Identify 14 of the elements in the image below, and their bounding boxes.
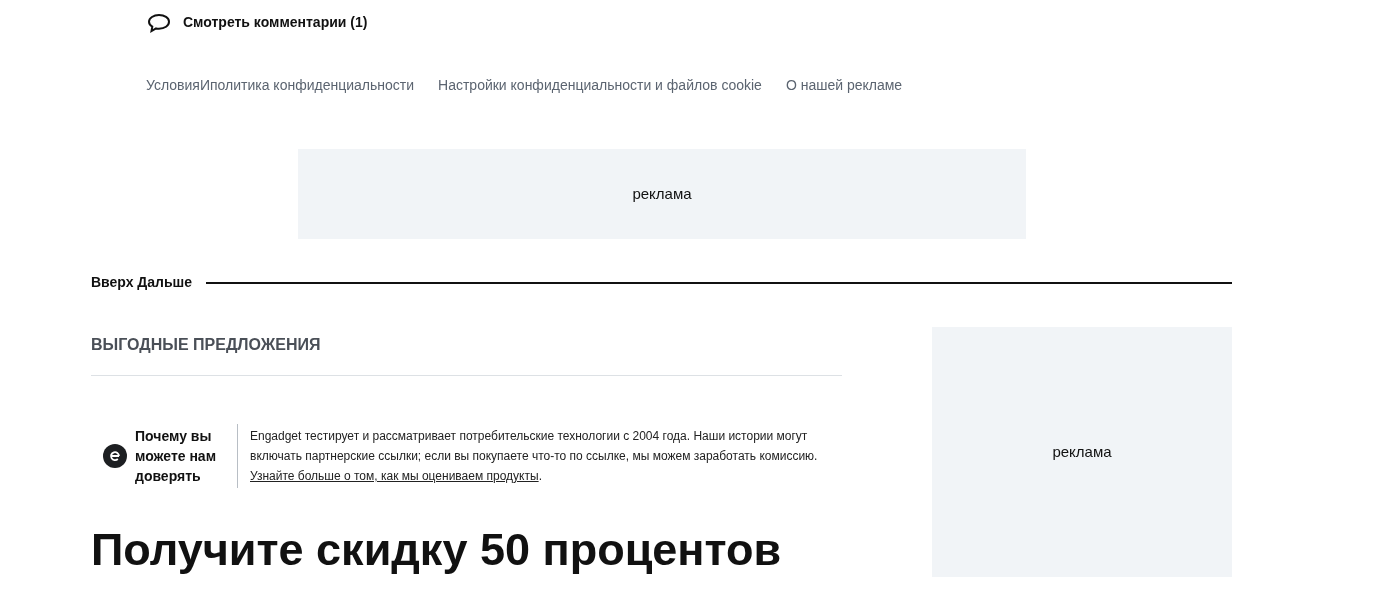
logo-icon (103, 444, 127, 468)
ad-label: реклама (1052, 441, 1112, 462)
reviews-link[interactable]: Узнайте больше о том, как мы оцениваем продукты (250, 469, 539, 483)
headline: Получите скидку 50 процентов (91, 523, 783, 577)
section-title: ВЫГОДНЫЕ ПРЕДЛОЖЕНИЯ (91, 335, 322, 355)
trust-text: Engadget тестирует и рассматривает потребительские технологии с 2004 года. Наши истории могут включать партнерские ссылки; если вы покупаете что-то по ссылке, мы можем заработать комиссию. Узнайте больше о том, как мы оцениваем продукты. (250, 428, 819, 485)
footer-link[interactable]: УсловияИполитика конфиденциальности (146, 75, 415, 96)
comment-icon (147, 12, 171, 33)
trust-title: Почему вы можете нам доверять (135, 427, 217, 486)
footer-link[interactable]: Настройки конфиденциальности и файлов cookie (438, 75, 762, 96)
comments-link[interactable]: Смотреть комментарии (1) (183, 12, 368, 33)
ad-label: реклама (632, 183, 692, 204)
footer-link[interactable]: О нашей рекламе (785, 75, 903, 96)
up-next-label: Вверх Дальше (91, 273, 193, 292)
